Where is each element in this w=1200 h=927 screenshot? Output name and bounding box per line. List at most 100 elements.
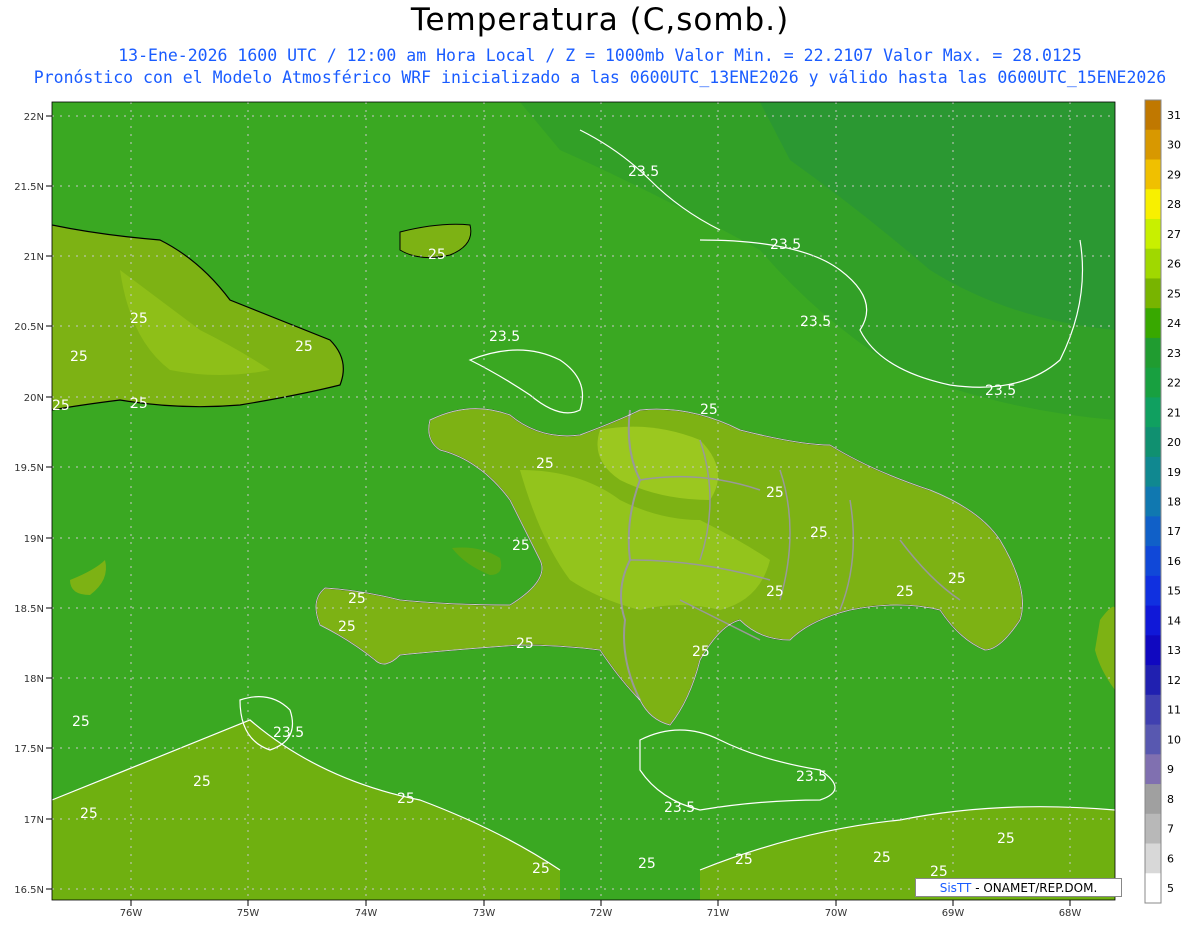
contour-label: 23.5 [489, 329, 520, 345]
lat-label: 18.5N [14, 604, 44, 615]
contour-label: 25 [70, 349, 88, 365]
colorbar-swatch [1145, 694, 1161, 726]
colorbar: 31 30 29 28 27 26 25 24 23 22 21 20 19 18 17 16 15 14 13 12… [1144, 99, 1181, 904]
contour-label: 25 [397, 791, 415, 807]
contour-label: 25 [873, 850, 891, 866]
colorbar-tick-label: 7 [1167, 823, 1174, 836]
contour-label: 25 [638, 856, 656, 872]
contour-label: 23.5 [796, 769, 827, 785]
contour-label: 25 [766, 584, 784, 600]
colorbar-tick-label: 12 [1167, 674, 1181, 687]
colorbar-swatch [1145, 843, 1161, 874]
colorbar-swatch [1145, 159, 1161, 190]
contour-label: 25 [130, 311, 148, 327]
contour-label: 25 [130, 396, 148, 412]
colorbar-tick-label: 20 [1167, 436, 1181, 449]
colorbar-tick-label: 17 [1167, 525, 1181, 538]
lon-label: 69W [942, 908, 965, 919]
contour-label: 25 [997, 831, 1015, 847]
colorbar-tick-label: 23 [1167, 347, 1181, 360]
contour-label: 25 [512, 538, 530, 554]
colorbar-swatch [1145, 367, 1161, 398]
colorbar-swatch [1145, 456, 1161, 488]
colorbar-tick-label: 18 [1167, 496, 1181, 509]
contour-label: 25 [295, 339, 313, 355]
contour-label: 25 [532, 861, 550, 877]
colorbar-tick-label: 5 [1167, 882, 1174, 895]
colorbar-tick-label: 28 [1167, 198, 1181, 211]
colorbar-swatch [1145, 397, 1161, 428]
lat-label: 16.5N [14, 885, 44, 896]
lon-label: 70W [825, 908, 848, 919]
colorbar-tick-label: 31 [1167, 109, 1181, 122]
colorbar-tick-label: 13 [1167, 644, 1181, 657]
colorbar-swatch [1145, 754, 1161, 785]
contour-label: 25 [692, 644, 710, 660]
longitude-axis: 76W 75W 74W 73W 72W 71W 70W 69W 68W [120, 900, 1082, 919]
colorbar-tick-label: 21 [1167, 406, 1181, 419]
contour-label: 23.5 [664, 800, 695, 816]
lat-label: 19.5N [14, 463, 44, 474]
contour-label: 25 [338, 619, 356, 635]
lat-label: 20N [24, 393, 44, 404]
contour-label: 25 [700, 402, 718, 418]
contour-label: 25 [348, 591, 366, 607]
contour-label: 25 [810, 525, 828, 541]
lon-label: 72W [590, 908, 613, 919]
lat-label: 21N [24, 252, 44, 263]
colorbar-tick-label: 30 [1167, 139, 1181, 152]
contour-label: 25 [80, 806, 98, 822]
latitude-axis: 22N 21.5N 21N 20.5N 20N 19.5N 19N 18.5N 18N 17.5N… [14, 112, 52, 896]
contour-label: 23.5 [273, 725, 304, 741]
lat-label: 21.5N [14, 182, 44, 193]
contour-label: 23.5 [628, 164, 659, 180]
contour-label: 25 [536, 456, 554, 472]
lat-label: 18N [24, 674, 44, 685]
colorbar-swatch [1145, 724, 1161, 755]
colorbar-swatch [1145, 248, 1161, 279]
colorbar-tick-label: 10 [1167, 733, 1181, 746]
colorbar-swatch [1145, 516, 1161, 547]
contour-label: 25 [52, 398, 70, 414]
credit-box: SisTT - ONAMET/REP.DOM. [915, 878, 1122, 897]
lat-label: 20.5N [14, 322, 44, 333]
colorbar-tick-label: 25 [1167, 287, 1181, 300]
colorbar-swatch [1145, 873, 1161, 904]
colorbar-swatch [1145, 308, 1161, 339]
colorbar-swatch [1145, 546, 1161, 577]
colorbar-swatch [1145, 635, 1161, 666]
colorbar-tick-label: 16 [1167, 555, 1181, 568]
colorbar-tick-label: 15 [1167, 585, 1181, 598]
contour-label: 25 [735, 852, 753, 868]
colorbar-tick-label: 14 [1167, 614, 1181, 627]
colorbar-swatch [1145, 337, 1161, 369]
colorbar-tick-label: 27 [1167, 228, 1181, 241]
colorbar-swatch [1145, 605, 1161, 636]
colorbar-tick-label: 29 [1167, 168, 1181, 181]
colorbar-swatch [1145, 129, 1161, 160]
colorbar-swatch [1145, 100, 1161, 131]
colorbar-tick-label: 26 [1167, 258, 1181, 271]
contour-label: 25 [516, 636, 534, 652]
lon-label: 75W [237, 908, 260, 919]
colorbar-swatch [1145, 278, 1161, 309]
colorbar-swatch [1145, 665, 1161, 696]
colorbar-swatch [1145, 427, 1161, 458]
lon-label: 68W [1059, 908, 1082, 919]
colorbar-tick-label: 22 [1167, 377, 1181, 390]
colorbar-swatch [1145, 813, 1161, 845]
colorbar-swatch [1145, 784, 1161, 815]
contour-label: 25 [193, 774, 211, 790]
contour-label: 25 [948, 571, 966, 587]
contour-label: 25 [766, 485, 784, 501]
lat-label: 19N [24, 534, 44, 545]
contour-label: 23.5 [985, 383, 1016, 399]
colorbar-swatch [1145, 189, 1161, 220]
colorbar-swatch [1145, 486, 1161, 517]
contour-label: 23.5 [770, 237, 801, 253]
lat-label: 17N [24, 815, 44, 826]
colorbar-tick-label: 6 [1167, 852, 1174, 865]
temperature-map: 22N 21.5N 21N 20.5N 20N 19.5N 19N 18.5N 18N 17.5N… [14, 99, 1181, 919]
colorbar-tick-label: 19 [1167, 466, 1181, 479]
lon-label: 74W [355, 908, 378, 919]
